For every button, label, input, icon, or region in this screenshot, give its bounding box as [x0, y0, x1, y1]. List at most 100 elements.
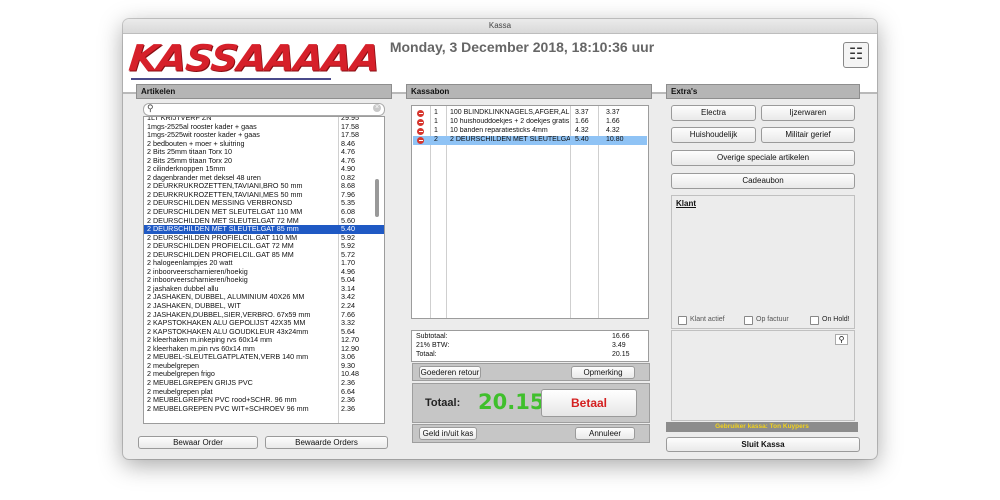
artikel-name: 2 Bits 25mm titaan Torx 10 — [147, 148, 232, 157]
totaal-big-label: Totaal: — [425, 397, 461, 409]
kassabon-unit: 3.37 — [575, 109, 589, 116]
kassabon-table[interactable]: 1 100 BLINDKLINKNAGELS,AFGER,ALU 30 3.37 3.… — [411, 105, 649, 319]
kassabon-qty: 1 — [434, 109, 438, 116]
kassabon-qty: 2 — [434, 136, 438, 143]
kassabon-desc: 10 huishouddoekjes + 2 doekjes gratis — [450, 118, 570, 125]
kassabon-total: 3.37 — [606, 109, 620, 116]
kassabon-total: 1.66 — [606, 118, 620, 125]
klant-label: Klant — [676, 199, 696, 208]
artikel-name: 2 meubelgrepen plat — [147, 387, 213, 396]
artikel-name: 2 MEUBELGREPEN PVC rood+SCHR. 96 mm — [147, 396, 297, 405]
artikel-name: 2 MEUBEL-SLEUTELGATPLATEN,VERB 140 mm — [147, 353, 309, 362]
artikel-name: 2 DEURSCHILDEN PROFIELCIL.GAT 85 MM — [147, 250, 294, 259]
remove-icon[interactable] — [417, 119, 424, 126]
totaal-row: Totaal: 20.15 — [416, 351, 630, 358]
goederen-retour-button[interactable]: Goederen retour — [419, 366, 481, 379]
artikel-name: 2 inboorveerscharnieren/hoekig — [147, 276, 248, 285]
remove-icon[interactable] — [417, 110, 424, 117]
datetime-display: Monday, 3 December 2018, 18:10:36 uur — [389, 39, 655, 55]
kassabon-desc: 2 DEURSCHILDEN MET SLEUTELGAT 85 — [450, 136, 570, 143]
artikel-name: 2 meubelgrepen — [147, 361, 199, 370]
kassabon-row[interactable]: 1 10 banden reparatiesticks 4mm 4.32 4.32 — [413, 127, 647, 136]
artikel-name: 2 DEURSCHILDEN MET SLEUTELGAT 110 MM — [147, 208, 303, 217]
kas-bar: Geld in/uit kas Annuleer — [412, 424, 650, 443]
artikel-name: 2 MEUBELGREPEN GRIJS PVC — [147, 378, 253, 387]
logo-underline — [131, 78, 331, 80]
extras-title: Extra's — [666, 84, 860, 99]
betaal-bar: Totaal: 20.15 Betaal — [412, 383, 650, 423]
btw-row: 21% BTW: 3.49 — [416, 342, 626, 349]
kassabon-unit: 5.40 — [575, 136, 589, 143]
artikel-name: 2 DEURSCHILDEN MET SLEUTELGAT 85 mm — [147, 225, 299, 234]
kassabon-unit: 4.32 — [575, 127, 589, 134]
kassabon-total: 10.80 — [606, 136, 624, 143]
artikel-name: 1mgs-2525al rooster kader + gaas — [147, 122, 257, 131]
huishoudelijk-button[interactable]: Huishoudelijk — [671, 127, 756, 143]
artikelen-scrollbar[interactable] — [375, 179, 379, 217]
kassabon-qty: 1 — [434, 118, 438, 125]
ijzerwaren-button[interactable]: Ijzerwaren — [761, 105, 855, 121]
remove-icon[interactable] — [417, 137, 424, 144]
on-hold-checkbox[interactable] — [810, 316, 819, 325]
kassabon-row[interactable]: 2 2 DEURSCHILDEN MET SLEUTELGAT 85 5.40 10.… — [413, 136, 647, 145]
artikel-name: 2 KAPSTOKHAKEN ALU GOUDKLEUR 43x24mm — [147, 327, 309, 336]
artikelen-title: Artikelen — [136, 84, 392, 99]
kassabon-desc: 10 banden reparatiesticks 4mm — [450, 127, 548, 134]
artikel-name: 2 dagenbrander met deksel 48 uren — [147, 173, 261, 182]
artikel-name: 2 cilinderknoppen 15mm — [147, 165, 226, 174]
artikel-name: 1mgs-2525wit rooster kader + gaas — [147, 131, 260, 140]
artikelen-list[interactable]: 1LT KRIJTVERF ZN 29.95 1mgs-2525al rooster… — [143, 116, 385, 424]
kassabon-desc: 100 BLINDKLINKNAGELS,AFGER,ALU 30 — [450, 109, 570, 116]
overige-artikelen-button[interactable]: Overige speciale artikelen — [671, 150, 855, 166]
artikel-name: 2 inboorveerscharnieren/hoekig — [147, 267, 248, 276]
annuleer-button[interactable]: Annuleer — [575, 427, 635, 440]
artikel-name: 2 KAPSTOKHAKEN ALU GEPOLIJST 42X35 MM — [147, 319, 306, 328]
militair-gerief-button[interactable]: Militair gerief — [761, 127, 855, 143]
opmerking-button[interactable]: Opmerking — [571, 366, 635, 379]
totals-box: Subtotaal: 16.66 21% BTW: 3.49 Totaal: 20.1… — [411, 330, 649, 362]
op-factuur-checkbox[interactable] — [744, 316, 753, 325]
kassabon-total: 4.32 — [606, 127, 620, 134]
artikel-name: 2 halogeenlampjes 20 watt — [147, 259, 233, 268]
kassa-window: Kassa KASSAAAAA Monday, 3 December 2018,… — [123, 19, 877, 459]
artikel-row[interactable]: 2 MEUBELGREPEN PVC WIT+SCHROEV 96 mm 2.36 — [144, 403, 384, 414]
artikel-name: 2 meubelgrepen frigo — [147, 370, 215, 379]
binoculars-icon[interactable]: ⚲ — [835, 334, 848, 345]
remove-icon[interactable] — [417, 128, 424, 135]
artikel-name: 2 Bits 25mm titaan Torx 20 — [147, 156, 232, 165]
artikel-name: 2 DEURSCHILDEN MET SLEUTELGAT 72 MM — [147, 216, 299, 225]
cadeaubon-button[interactable]: Cadeaubon — [671, 173, 855, 189]
retour-bar: Goederen retour Opmerking — [412, 363, 650, 381]
sluit-kassa-button[interactable]: Sluit Kassa — [666, 437, 860, 452]
klant-actief-checkbox[interactable] — [678, 316, 687, 325]
artikel-name: 2 DEURSCHILDEN PROFIELCIL.GAT 72 MM — [147, 242, 294, 251]
artikel-name: 2 MEUBELGREPEN PVC WIT+SCHROEV 96 mm — [147, 404, 309, 413]
artikel-name: 2 DEURKRUKROZETTEN,TAVIANI,BRO 50 mm — [147, 182, 303, 191]
kassabon-row[interactable]: 1 100 BLINDKLINKNAGELS,AFGER,ALU 30 3.37 3.… — [413, 109, 647, 118]
document-stack-icon[interactable]: ☷ — [843, 42, 869, 68]
search-input[interactable]: ⚲ × — [143, 103, 385, 116]
bewaarde-orders-button[interactable]: Bewaarde Orders — [265, 436, 388, 449]
artikel-price: 2.36 — [341, 403, 355, 413]
bewaar-order-button[interactable]: Bewaar Order — [138, 436, 258, 449]
kassabon-title: Kassabon — [406, 84, 652, 99]
on-hold-label: On Hold! — [822, 316, 850, 323]
klant-actief-label: Klant actief — [690, 316, 725, 323]
artikel-name: 2 bedbouten + moer + sluitring — [147, 139, 245, 148]
klant-area: Klant Klant actief Op factuur On Hold! — [671, 195, 855, 329]
kassabon-unit: 1.66 — [575, 118, 589, 125]
geld-inuit-kas-button[interactable]: Geld in/uit kas — [419, 427, 477, 440]
artikel-name: 2 kleerhaken m.inkeping rvs 60x14 mm — [147, 336, 273, 345]
kassabon-qty: 1 — [434, 127, 438, 134]
kassabon-row[interactable]: 1 10 huishouddoekjes + 2 doekjes gratis 1.… — [413, 118, 647, 127]
op-factuur-label: Op factuur — [756, 316, 789, 323]
gebruiker-kassa-bar: Gebruiker kassa: Ton Kuypers — [666, 422, 858, 432]
totaal-big-value: 20.15 — [478, 390, 545, 414]
clear-search-icon[interactable]: × — [373, 104, 381, 112]
artikel-name: 2 jashaken dubbel allu — [147, 284, 219, 293]
electra-button[interactable]: Electra — [671, 105, 756, 121]
klant-details-area: ⚲ — [671, 330, 855, 421]
artikel-name: 2 JASHAKEN, DUBBEL, ALUMINIUM 40X26 MM — [147, 293, 305, 302]
artikel-name: 2 JASHAKEN, DUBBEL, WIT — [147, 302, 241, 311]
betaal-button[interactable]: Betaal — [541, 389, 637, 417]
